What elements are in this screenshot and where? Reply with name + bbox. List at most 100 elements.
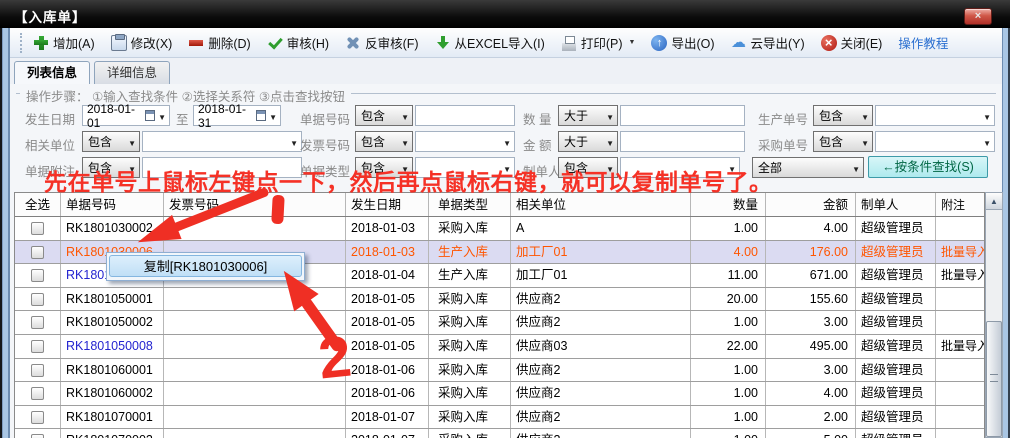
row-checkbox[interactable]: [31, 269, 44, 282]
row-checkbox[interactable]: [31, 340, 44, 353]
amount-input[interactable]: [620, 131, 745, 152]
tab-detail-info[interactable]: 详细信息: [94, 61, 170, 84]
order-no-label: 单据号码: [300, 109, 350, 128]
cell-amount: 495.00: [766, 335, 856, 358]
toolbar-button-export[interactable]: 导出(O): [651, 33, 714, 52]
toolbar-button-add[interactable]: 增加(A): [33, 33, 95, 52]
cell-unit: A: [511, 217, 691, 240]
cell-unit: 加工厂01: [511, 264, 691, 287]
date-from-field[interactable]: 2018-01-01: [82, 105, 170, 126]
row-checkbox[interactable]: [31, 387, 44, 400]
row-checkbox[interactable]: [31, 434, 44, 438]
table-row[interactable]: RK18010700012018-01-07采购入库供应商21.002.00超级…: [15, 406, 985, 430]
toolbar-button-audit[interactable]: 审核(H): [267, 33, 329, 52]
toolbar-button-excel-import[interactable]: 从EXCEL导入(I): [435, 33, 545, 52]
toolbar-button-label: 审核(H): [287, 33, 329, 52]
row-checkbox[interactable]: [31, 222, 44, 235]
toolbar-button-print[interactable]: 打印(P)▼: [561, 33, 636, 52]
table-row[interactable]: RK18010700022018-01-07采购入库供应商21.005.00超级…: [15, 429, 985, 438]
order-no-input[interactable]: [415, 105, 515, 126]
cell-qty: 11.00: [691, 264, 766, 287]
table-row[interactable]: RK18010600022018-01-06采购入库供应商21.004.00超级…: [15, 382, 985, 406]
vertical-scrollbar[interactable]: ▲: [985, 192, 1003, 438]
related-unit-combo[interactable]: [142, 131, 302, 152]
cell-date: 2018-01-07: [346, 429, 429, 438]
cell-unit: 加工厂01: [511, 241, 691, 264]
cell-qty: 1.00: [691, 217, 766, 240]
table-row[interactable]: RK18010500082018-01-05采购入库供应商0322.00495.…: [15, 335, 985, 359]
cell-amount: 3.00: [766, 359, 856, 382]
column-header[interactable]: 金额: [766, 193, 856, 216]
cell-invoice: [164, 311, 346, 334]
column-header[interactable]: 制单人: [856, 193, 936, 216]
toolbar-button-unaudit[interactable]: 反审核(F): [345, 33, 418, 52]
amount-operator-select[interactable]: 大于: [558, 131, 618, 152]
qty-operator-select[interactable]: 大于: [558, 105, 618, 126]
cell-qty: 4.00: [691, 241, 766, 264]
table-row[interactable]: RK18010500012018-01-05采购入库供应商220.00155.6…: [15, 288, 985, 312]
cell-date: 2018-01-04: [346, 264, 429, 287]
cell-note: [936, 429, 985, 438]
cell-date: 2018-01-07: [346, 406, 429, 429]
row-checkbox[interactable]: [31, 293, 44, 306]
row-select-cell: [15, 241, 61, 264]
date-to-value: 2018-01-31: [198, 102, 253, 130]
table-row[interactable]: RK18010300022018-01-03采购入库A1.004.00超级管理员: [15, 217, 985, 241]
cell-type: 采购入库: [429, 359, 511, 382]
calendar-icon[interactable]: [145, 110, 155, 121]
row-checkbox[interactable]: [31, 246, 44, 259]
toolbar-button-tutorial[interactable]: 操作教程: [898, 33, 948, 52]
qty-label: 数 量: [523, 109, 551, 128]
row-checkbox[interactable]: [31, 411, 44, 424]
cloud-export-icon: [731, 35, 747, 51]
production-order-combo[interactable]: [875, 105, 995, 126]
chevron-down-icon: [852, 161, 860, 175]
cell-order_no: RK1801060002: [61, 382, 164, 405]
add-icon: [33, 35, 49, 51]
scroll-up-arrow-icon[interactable]: ▲: [986, 193, 1002, 210]
cell-type: 生产入库: [429, 241, 511, 264]
invoice-combo[interactable]: [415, 131, 515, 152]
cell-date: 2018-01-05: [346, 335, 429, 358]
toolbar-button-label: 导出(O): [671, 33, 714, 52]
qty-input[interactable]: [620, 105, 745, 126]
date-to-field[interactable]: 2018-01-31: [193, 105, 281, 126]
invoice-operator-select[interactable]: 包含: [355, 131, 413, 152]
print-dropdown-arrow-icon[interactable]: ▼: [629, 39, 636, 46]
row-select-cell: [15, 429, 61, 438]
search-by-condition-button[interactable]: ←按条件查找(S): [868, 156, 988, 178]
order-no-operator-select[interactable]: 包含: [355, 105, 413, 126]
window-title: 【入库单】: [14, 6, 87, 26]
tab-list-info[interactable]: 列表信息: [14, 61, 90, 85]
purchase-order-combo[interactable]: [875, 131, 995, 152]
calendar-icon[interactable]: [256, 110, 266, 121]
steps-hint: 操作步骤： ①输入查找条件 ②选择关系符 ③点击查找按钮: [20, 86, 351, 105]
toolbar-button-close[interactable]: 关闭(E): [821, 33, 883, 52]
purchase-order-label: 采购单号: [758, 135, 808, 154]
column-header[interactable]: 附注: [936, 193, 985, 216]
table-row[interactable]: RK18010500022018-01-05采购入库供应商21.003.00超级…: [15, 311, 985, 335]
row-select-cell: [15, 311, 61, 334]
row-checkbox[interactable]: [31, 316, 44, 329]
toolbar-button-cloud-export[interactable]: 云导出(Y): [731, 33, 805, 52]
window-close-button[interactable]: ×: [964, 8, 992, 25]
scrollbar-thumb[interactable]: [986, 321, 1002, 437]
chevron-down-icon[interactable]: [158, 109, 166, 123]
cell-unit: 供应商2: [511, 359, 691, 382]
production-order-operator-select[interactable]: 包含: [813, 105, 873, 126]
cell-qty: 1.00: [691, 429, 766, 438]
context-menu-item-copy[interactable]: 复制[RK1801030006]: [109, 255, 302, 277]
toolbar-button-label: 操作教程: [898, 33, 948, 52]
table-row[interactable]: RK18010600012018-01-06采购入库供应商21.003.00超级…: [15, 359, 985, 383]
related-unit-operator-select[interactable]: 包含: [82, 131, 140, 152]
edit-icon: [111, 35, 127, 51]
cell-unit: 供应商2: [511, 429, 691, 438]
chevron-down-icon[interactable]: [269, 109, 277, 123]
row-checkbox[interactable]: [31, 364, 44, 377]
cell-order_no: RK1801070001: [61, 406, 164, 429]
purchase-order-operator-select[interactable]: 包含: [813, 131, 873, 152]
toolbar-button-edit[interactable]: 修改(X): [111, 33, 173, 52]
cell-invoice: [164, 382, 346, 405]
toolbar-button-delete[interactable]: 删除(D): [188, 33, 250, 52]
cell-type: 采购入库: [429, 311, 511, 334]
